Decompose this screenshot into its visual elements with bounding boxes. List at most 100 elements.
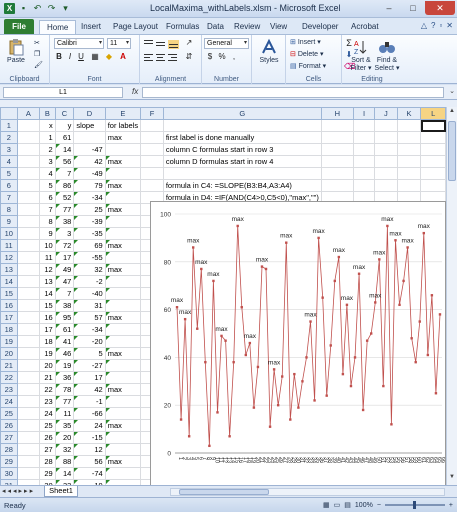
column-header-k[interactable]: K bbox=[396, 107, 422, 120]
sheet-nav-arrows-icon[interactable]: ◂◂◂▸▸▸ bbox=[2, 487, 35, 495]
cell-e17[interactable]: max bbox=[104, 311, 142, 324]
cell-l3[interactable] bbox=[420, 143, 446, 156]
cell-c20[interactable]: 46 bbox=[54, 347, 75, 360]
cell-e1[interactable]: for labels bbox=[104, 119, 142, 132]
cell-k2[interactable] bbox=[396, 131, 422, 144]
cell-g4[interactable]: column D formulas start in row 4 bbox=[162, 155, 322, 168]
row-header[interactable]: 22 bbox=[0, 371, 18, 384]
cell-a5[interactable] bbox=[16, 167, 41, 180]
cell-d3[interactable]: -47 bbox=[73, 143, 106, 156]
cell-k5[interactable] bbox=[396, 167, 422, 180]
page-break-view-icon[interactable]: ▤ bbox=[344, 501, 351, 509]
normal-view-icon[interactable]: ▦ bbox=[323, 501, 330, 509]
cell-e7[interactable] bbox=[104, 191, 142, 204]
cell-b29[interactable]: 28 bbox=[39, 455, 56, 468]
tab-developer[interactable]: Developer bbox=[302, 20, 338, 34]
cell-b11[interactable]: 10 bbox=[39, 239, 56, 252]
cell-i6[interactable] bbox=[352, 179, 376, 192]
horizontal-scrollbar[interactable] bbox=[170, 488, 445, 496]
cell-g5[interactable] bbox=[162, 167, 322, 180]
cell-d7[interactable]: -34 bbox=[73, 191, 106, 204]
cell-l2[interactable] bbox=[420, 131, 446, 144]
row-header[interactable]: 21 bbox=[0, 359, 18, 372]
cell-a24[interactable] bbox=[16, 395, 41, 408]
cell-b28[interactable]: 27 bbox=[39, 443, 56, 456]
customize-toolbar-icon[interactable]: ▾ bbox=[60, 3, 71, 14]
cell-c23[interactable]: 78 bbox=[54, 383, 75, 396]
cell-a28[interactable] bbox=[16, 443, 41, 456]
cell-e26[interactable]: max bbox=[104, 419, 142, 432]
insert-cells-button[interactable]: ⊞ Insert ▾ bbox=[290, 38, 321, 46]
zoom-knob[interactable] bbox=[412, 501, 416, 509]
cell-c27[interactable]: 20 bbox=[54, 431, 75, 444]
vertical-scroll-thumb[interactable] bbox=[448, 121, 456, 181]
cell-e20[interactable]: max bbox=[104, 347, 142, 360]
cell-d1[interactable]: slope bbox=[73, 119, 106, 132]
cell-e5[interactable] bbox=[104, 167, 142, 180]
page-layout-view-icon[interactable]: ▭ bbox=[334, 501, 341, 509]
cell-a14[interactable] bbox=[16, 275, 41, 288]
row-header[interactable]: 10 bbox=[0, 227, 18, 240]
scroll-down-icon[interactable]: ▼ bbox=[447, 474, 457, 484]
row-header[interactable]: 9 bbox=[0, 215, 18, 228]
align-bottom-icon[interactable] bbox=[168, 40, 179, 49]
cell-e2[interactable]: max bbox=[104, 131, 142, 144]
row-header[interactable]: 4 bbox=[0, 155, 18, 168]
cell-c2[interactable]: 61 bbox=[54, 131, 75, 144]
row-header[interactable]: 24 bbox=[0, 395, 18, 408]
cell-d15[interactable]: -40 bbox=[73, 287, 106, 300]
cell-e18[interactable] bbox=[104, 323, 142, 336]
cell-a23[interactable] bbox=[16, 383, 41, 396]
format-cells-button[interactable]: ▤ Format ▾ bbox=[290, 62, 326, 70]
tab-review[interactable]: Review bbox=[234, 20, 260, 34]
cell-a18[interactable] bbox=[16, 323, 41, 336]
cell-j5[interactable] bbox=[374, 167, 398, 180]
cell-a22[interactable] bbox=[16, 371, 41, 384]
cell-d29[interactable]: 56 bbox=[73, 455, 106, 468]
cell-c24[interactable]: 77 bbox=[54, 395, 75, 408]
cell-e22[interactable] bbox=[104, 371, 142, 384]
cell-a20[interactable] bbox=[16, 347, 41, 360]
cell-l6[interactable] bbox=[420, 179, 446, 192]
cell-c13[interactable]: 49 bbox=[54, 263, 75, 276]
zoom-in-icon[interactable]: + bbox=[449, 502, 453, 509]
cell-i1[interactable] bbox=[352, 119, 376, 132]
cell-b22[interactable]: 21 bbox=[39, 371, 56, 384]
cell-f4[interactable] bbox=[140, 155, 164, 168]
column-header-a[interactable]: A bbox=[16, 107, 41, 120]
cell-d9[interactable]: -39 bbox=[73, 215, 106, 228]
cell-e14[interactable] bbox=[104, 275, 142, 288]
cell-b15[interactable]: 14 bbox=[39, 287, 56, 300]
name-box[interactable]: L1 bbox=[3, 87, 123, 98]
fx-icon[interactable]: fx bbox=[132, 87, 138, 96]
column-header-h[interactable]: H bbox=[320, 107, 354, 120]
cell-b19[interactable]: 18 bbox=[39, 335, 56, 348]
expand-formula-icon[interactable]: ⌄ bbox=[449, 87, 455, 95]
tab-home[interactable]: Home bbox=[39, 20, 77, 34]
number-format-combo[interactable]: General ▾ bbox=[204, 38, 249, 49]
cell-c22[interactable]: 36 bbox=[54, 371, 75, 384]
cell-h1[interactable] bbox=[320, 119, 354, 132]
cell-d13[interactable]: 32 bbox=[73, 263, 106, 276]
cell-e21[interactable] bbox=[104, 359, 142, 372]
row-header[interactable]: 20 bbox=[0, 347, 18, 360]
cell-c7[interactable]: 52 bbox=[54, 191, 75, 204]
cell-e13[interactable]: max bbox=[104, 263, 142, 276]
cell-d25[interactable]: -66 bbox=[73, 407, 106, 420]
cell-a1[interactable] bbox=[16, 119, 41, 132]
cell-d4[interactable]: 42 bbox=[73, 155, 106, 168]
cell-d19[interactable]: -20 bbox=[73, 335, 106, 348]
cell-a29[interactable] bbox=[16, 455, 41, 468]
font-name-combo[interactable]: Calibri ▾ bbox=[54, 38, 104, 49]
save-icon[interactable]: ▪ bbox=[18, 3, 29, 14]
cell-j3[interactable] bbox=[374, 143, 398, 156]
formula-input[interactable] bbox=[142, 87, 444, 98]
cell-e3[interactable] bbox=[104, 143, 142, 156]
fill-color-icon[interactable]: ◆ bbox=[104, 52, 114, 61]
cell-a19[interactable] bbox=[16, 335, 41, 348]
vertical-scrollbar[interactable]: ▲ ▼ bbox=[446, 107, 457, 485]
cell-k3[interactable] bbox=[396, 143, 422, 156]
font-size-combo[interactable]: 11 ▾ bbox=[107, 38, 131, 49]
cell-c19[interactable]: 41 bbox=[54, 335, 75, 348]
tab-formulas[interactable]: Formulas bbox=[166, 20, 199, 34]
